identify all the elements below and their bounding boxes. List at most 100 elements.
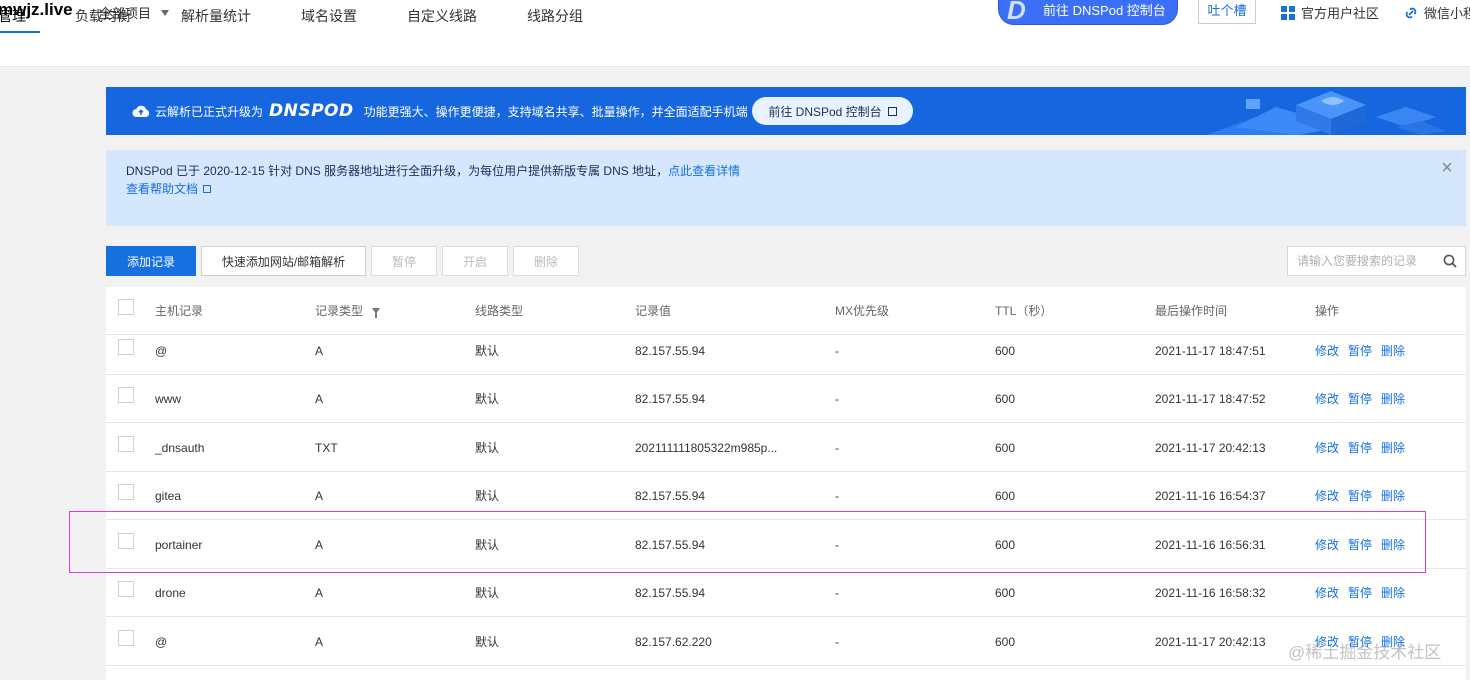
cloud-upload-icon (132, 105, 150, 117)
edit-link[interactable]: 修改 (1315, 569, 1339, 617)
cell-ttl: 600 (995, 392, 1016, 406)
tab-custom-lines[interactable]: 自定义线路 (407, 0, 477, 33)
dnspod-console-button[interactable]: D 前往 DNSPod 控制台 (998, 0, 1178, 25)
edit-link[interactable]: 修改 (1315, 375, 1339, 423)
cell-mx: - (835, 441, 839, 455)
row-actions: 修改 暂停 删除 (1315, 521, 1405, 569)
external-link-icon (887, 106, 897, 116)
cell-ttl: 600 (995, 344, 1016, 358)
search-input[interactable] (1288, 247, 1438, 275)
delete-link[interactable]: 删除 (1381, 569, 1405, 617)
cell-type: A (315, 392, 324, 406)
cell-time: 2021-11-16 16:58:32 (1155, 586, 1266, 600)
banner-console-button[interactable]: 前往 DNSPod 控制台 (752, 97, 913, 125)
tab-load-balance[interactable]: 负载均衡 (75, 0, 131, 33)
row-checkbox[interactable] (118, 339, 134, 355)
enable-button[interactable]: 开启 (442, 246, 508, 276)
pause-link[interactable]: 暂停 (1348, 472, 1372, 520)
cell-type: A (315, 489, 324, 503)
cell-value: 82.157.55.94 (635, 392, 706, 406)
dnspod-console-label: 前往 DNSPod 控制台 (1043, 3, 1166, 18)
delete-link[interactable]: 删除 (1381, 327, 1405, 375)
tab-query-stats[interactable]: 解析量统计 (181, 0, 251, 33)
cell-type: A (315, 344, 324, 358)
external-link-icon (203, 185, 212, 193)
add-record-button[interactable]: 添加记录 (106, 246, 196, 276)
cell-ttl: 600 (995, 489, 1016, 503)
select-all-checkbox[interactable] (118, 299, 134, 315)
help-docs-label: 查看帮助文档 (126, 182, 199, 196)
edit-link[interactable]: 修改 (1315, 424, 1339, 472)
cell-host: gitea (155, 489, 182, 503)
row-checkbox[interactable] (118, 533, 134, 549)
row-actions: 修改 暂停 删除 (1315, 424, 1405, 472)
delete-link[interactable]: 删除 (1381, 424, 1405, 472)
tab-domain-settings[interactable]: 域名设置 (301, 0, 357, 33)
row-actions: 修改 暂停 删除 (1315, 375, 1405, 423)
row-checkbox[interactable] (118, 387, 134, 403)
feedback-button[interactable]: 吐个槽 (1198, 0, 1256, 24)
dns-upgrade-notice: DNSPod 已于 2020-12-15 针对 DNS 服务器地址进行全面升级，… (106, 150, 1466, 226)
cell-mx: - (835, 635, 839, 649)
banner-content: 云解析已正式升级为 DNSPOD 功能更强大、操作更便捷，支持域名共享、批量操作… (132, 87, 748, 135)
wechat-label: 微信小程 (1424, 6, 1470, 21)
notice-details-link[interactable]: 点此查看详情 (668, 164, 740, 178)
pause-link[interactable]: 暂停 (1348, 375, 1372, 423)
cell-mx: - (835, 489, 839, 503)
cell-ttl: 600 (995, 635, 1016, 649)
cell-time: 2021-11-17 20:42:13 (1155, 441, 1266, 455)
cell-ttl: 600 (995, 441, 1016, 455)
pause-link[interactable]: 暂停 (1348, 327, 1372, 375)
cell-mx: - (835, 538, 839, 552)
row-checkbox[interactable] (118, 630, 134, 646)
notice-message: DNSPod 已于 2020-12-15 针对 DNS 服务器地址进行全面升级，… (126, 164, 669, 178)
cell-value: 82.157.55.94 (635, 586, 706, 600)
cell-value: 82.157.62.220 (635, 635, 712, 649)
pause-link[interactable]: 暂停 (1348, 569, 1372, 617)
cell-line: 默认 (475, 392, 500, 406)
delete-link[interactable]: 删除 (1381, 472, 1405, 520)
community-link[interactable]: 官方用户社区 (1281, 3, 1379, 22)
row-actions: 修改 暂停 删除 (1315, 569, 1405, 617)
cell-value: 82.157.55.94 (635, 344, 706, 358)
close-icon[interactable]: × (1439, 158, 1455, 178)
filter-icon[interactable] (372, 308, 381, 318)
banner-decoration-icon (1206, 91, 1446, 135)
row-checkbox[interactable] (118, 436, 134, 452)
tab-manage[interactable]: 管理 (0, 0, 40, 33)
banner-lead-text: 云解析已正式升级为 (155, 104, 264, 119)
cell-host: _dnsauth (155, 441, 205, 455)
edit-link[interactable]: 修改 (1315, 472, 1339, 520)
pause-button[interactable]: 暂停 (371, 246, 437, 276)
delete-link[interactable]: 删除 (1381, 375, 1405, 423)
caret-down-icon (161, 9, 170, 16)
cell-host: drone (155, 586, 186, 600)
search-icon[interactable] (1443, 254, 1457, 268)
row-checkbox[interactable] (118, 484, 134, 500)
row-actions: 修改 暂停 删除 (1315, 327, 1405, 375)
link-icon (1405, 7, 1417, 18)
cell-ttl: 600 (995, 586, 1016, 600)
cell-time: 2021-11-16 16:56:31 (1155, 538, 1266, 552)
row-checkbox[interactable] (118, 581, 134, 597)
help-docs-link[interactable]: 查看帮助文档 (126, 180, 212, 198)
quick-add-button[interactable]: 快速添加网站/邮箱解析 (201, 246, 366, 276)
delete-link[interactable]: 删除 (1381, 521, 1405, 569)
edit-link[interactable]: 修改 (1315, 327, 1339, 375)
upgrade-banner: 云解析已正式升级为 DNSPOD 功能更强大、操作更便捷，支持域名共享、批量操作… (106, 87, 1466, 135)
cell-time: 2021-11-17 18:47:51 (1155, 344, 1266, 358)
tab-line-groups[interactable]: 线路分组 (527, 0, 583, 33)
wechat-mini-program-link[interactable]: 微信小程 (1404, 3, 1470, 22)
pause-link[interactable]: 暂停 (1348, 424, 1372, 472)
cell-host: portainer (155, 538, 203, 552)
cell-value: 82.157.55.94 (635, 538, 706, 552)
grid-icon (1281, 5, 1295, 20)
banner-text: 功能更强大、操作更便捷，支持域名共享、批量操作，并全面适配手机端 (363, 104, 748, 119)
pause-link[interactable]: 暂停 (1348, 521, 1372, 569)
delete-button[interactable]: 删除 (513, 246, 579, 276)
dnspod-d-logo-icon: D (1007, 0, 1026, 25)
cell-mx: - (835, 392, 839, 406)
cell-value: 202111111805322m985p... (635, 441, 778, 455)
edit-link[interactable]: 修改 (1315, 521, 1339, 569)
top-header: mwjz.live 全部项目 D 前往 DNSPod 控制台 吐个槽 官方用户社… (0, 0, 1470, 67)
